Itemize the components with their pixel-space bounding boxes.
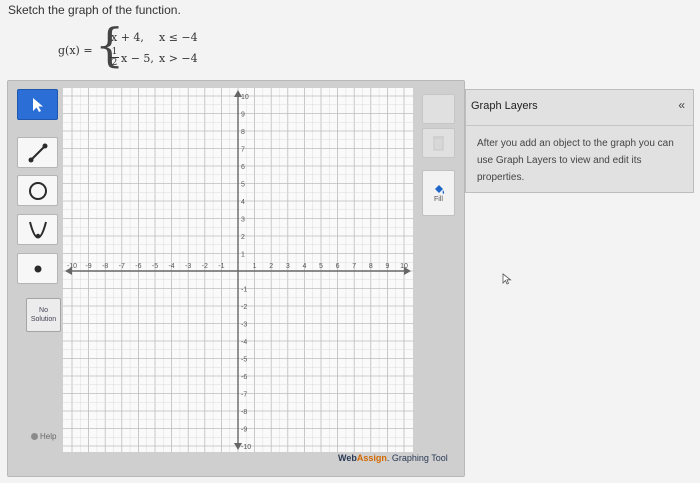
y-tick-label: 5	[241, 182, 245, 189]
piece1-condition: x ≤ −4	[159, 31, 198, 44]
help-label: Help	[40, 432, 57, 441]
y-tick-label: -1	[241, 287, 247, 294]
x-tick-label: 2	[269, 263, 273, 270]
point-tool[interactable]	[17, 253, 58, 284]
x-tick-label: 6	[336, 263, 340, 270]
line-tool[interactable]	[17, 137, 58, 168]
undo-button[interactable]	[422, 94, 455, 124]
prompt-text: Sketch the graph of the function.	[8, 3, 181, 17]
x-tick-label: 8	[369, 263, 373, 270]
x-tick-label: 1	[253, 263, 257, 270]
y-tick-label: 10	[241, 94, 249, 101]
no-solution-line1: No	[39, 307, 48, 314]
help-icon	[31, 433, 38, 440]
parabola-tool[interactable]	[17, 214, 58, 245]
y-tick-label: -7	[241, 392, 247, 399]
fraction-numerator: 1	[111, 47, 118, 57]
x-tick-label: -4	[168, 263, 174, 270]
x-tick-label: -9	[85, 263, 91, 270]
pointer-tool[interactable]	[17, 89, 58, 120]
x-tick-label: -8	[102, 263, 108, 270]
piece2-condition: x > −4	[159, 52, 198, 65]
x-tick-label: 10	[400, 263, 408, 270]
x-tick-label: -2	[202, 263, 208, 270]
collapse-icon[interactable]: «	[678, 98, 685, 112]
y-tick-label: 2	[241, 234, 245, 241]
fill-label: Fill	[434, 195, 443, 203]
graph-layers-description: After you add an object to the graph you…	[477, 138, 674, 183]
y-tick-label: 7	[241, 147, 245, 154]
fill-button[interactable]: Fill	[422, 170, 455, 216]
point-icon	[34, 265, 41, 272]
piece2-fraction: 1 2	[110, 47, 119, 68]
y-tick-label: 9	[241, 112, 245, 119]
y-tick-label: -10	[241, 444, 251, 451]
help-link[interactable]: Help	[31, 432, 56, 441]
x-tick-label: 5	[319, 263, 323, 270]
trash-icon	[433, 136, 444, 151]
graph-layers-header: Graph Layers «	[466, 90, 693, 126]
pointer-icon	[32, 97, 43, 112]
y-tick-label: -6	[241, 374, 247, 381]
x-tick-label: -1	[218, 263, 224, 270]
y-tick-label: 1	[241, 252, 245, 259]
y-tick-label: -9	[241, 427, 247, 434]
no-solution-button[interactable]: No Solution	[26, 298, 61, 332]
graph-layers-panel: Graph Layers « After you add an object t…	[465, 89, 694, 193]
x-tick-label: -5	[152, 263, 158, 270]
brand-web: Web	[338, 453, 357, 463]
line-segment-icon	[28, 143, 47, 162]
y-tick-label: 6	[241, 164, 245, 171]
x-tick-label: -10	[67, 263, 77, 270]
graph-canvas[interactable]: -10 -9 -8 -7 -6 -5 -4 -3 -2 -1 1 2 3 4 5 6 7 8 9 10 10 9 8 7 6 5 4…	[63, 88, 413, 452]
x-tick-label: -3	[185, 263, 191, 270]
circle-tool[interactable]	[17, 175, 58, 206]
x-tick-label: -7	[119, 263, 125, 270]
y-tick-label: -3	[241, 322, 247, 329]
fraction-denominator: 2	[110, 57, 119, 68]
paint-bucket-icon	[434, 184, 444, 194]
x-tick-label: -6	[135, 263, 141, 270]
parabola-icon	[28, 221, 47, 238]
x-tick-label: 3	[286, 263, 290, 270]
no-solution-line2: Solution	[30, 316, 57, 323]
x-tick-label: 9	[385, 263, 389, 270]
delete-button[interactable]	[422, 128, 455, 158]
circle-icon	[28, 181, 47, 200]
webassign-brand: WebAssign. Graphing Tool	[338, 453, 448, 463]
graph-layers-title: Graph Layers	[471, 100, 538, 112]
y-tick-label: 3	[241, 217, 245, 224]
brand-tool-name: . Graphing Tool	[386, 453, 448, 463]
y-tick-label: -5	[241, 357, 247, 364]
y-tick-label: -8	[241, 409, 247, 416]
y-tick-label: -2	[241, 304, 247, 311]
piece1-expression: x + 4,	[111, 31, 144, 44]
y-tick-label: 8	[241, 129, 245, 136]
mouse-cursor-icon	[502, 273, 512, 285]
y-tick-label: -4	[241, 339, 247, 346]
brand-assign: Assign	[356, 453, 387, 463]
x-tick-label: 7	[352, 263, 356, 270]
function-label: g(x) =	[58, 44, 93, 57]
y-tick-label: 4	[241, 199, 245, 206]
coordinate-grid[interactable]: -10 -9 -8 -7 -6 -5 -4 -3 -2 -1 1 2 3 4 5 6 7 8 9 10 10 9 8 7 6 5 4…	[63, 88, 413, 452]
piece2-expression: x − 5,	[121, 52, 154, 65]
x-tick-label: 4	[302, 263, 306, 270]
